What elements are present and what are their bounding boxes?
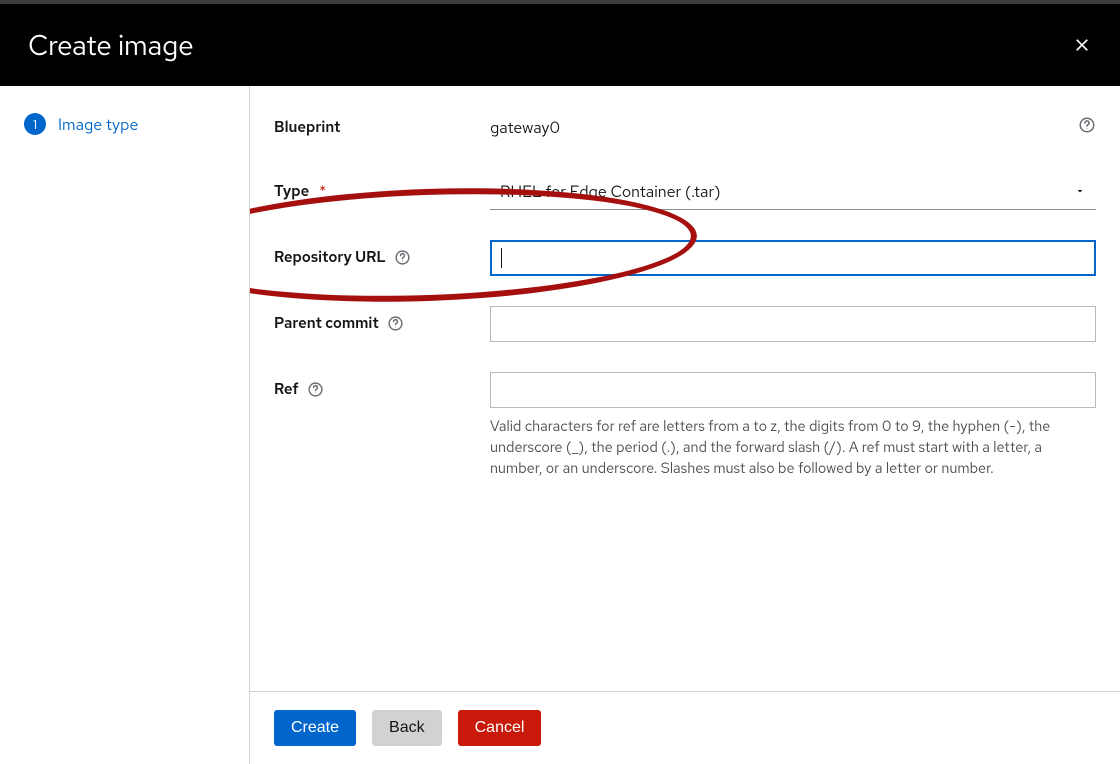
blueprint-label: Blueprint (274, 110, 490, 144)
ref-input[interactable] (490, 372, 1096, 408)
wizard-step-image-type[interactable]: 1 Image type (0, 110, 249, 138)
create-image-dialog: Create image 1 Image type Blueprint (0, 0, 1120, 764)
cancel-button[interactable]: Cancel (458, 710, 542, 746)
repository-url-input[interactable] (490, 240, 1096, 276)
parent-commit-label: Parent commit (274, 306, 490, 340)
type-select[interactable]: RHEL for Edge Container (.tar) (490, 174, 1096, 210)
type-selected-value: RHEL for Edge Container (.tar) (500, 181, 721, 202)
field-repository-url: Repository URL (274, 240, 1096, 276)
repository-url-label: Repository URL (274, 240, 490, 274)
field-blueprint: Blueprint gateway0 (274, 110, 1096, 144)
back-button[interactable]: Back (372, 710, 442, 746)
ref-helper-text: Valid characters for ref are letters fro… (490, 416, 1096, 479)
blueprint-value: gateway0 (490, 110, 1096, 144)
form-pane: Blueprint gateway0 Type * (250, 86, 1120, 764)
dialog-footer: Create Back Cancel (250, 692, 1120, 764)
help-icon[interactable] (387, 315, 404, 332)
dialog-header: Create image (0, 4, 1120, 86)
caret-down-icon (1074, 181, 1086, 202)
field-type: Type * RHEL for Edge Container (.tar) (274, 174, 1096, 210)
help-icon[interactable] (307, 381, 324, 398)
wizard-nav: 1 Image type (0, 86, 250, 764)
dialog-title: Create image (28, 26, 194, 64)
parent-commit-input[interactable] (490, 306, 1096, 342)
type-label: Type * (274, 174, 490, 208)
field-parent-commit: Parent commit (274, 306, 1096, 342)
step-number-badge: 1 (24, 113, 46, 135)
help-icon[interactable] (394, 249, 411, 266)
close-icon[interactable] (1072, 35, 1092, 55)
text-cursor (501, 248, 502, 268)
step-label: Image type (58, 114, 138, 135)
ref-label: Ref (274, 372, 490, 406)
field-ref: Ref Valid characters for ref are letters… (274, 372, 1096, 479)
form-body: Blueprint gateway0 Type * (250, 86, 1120, 692)
help-icon[interactable] (1078, 116, 1096, 134)
create-button[interactable]: Create (274, 710, 356, 746)
